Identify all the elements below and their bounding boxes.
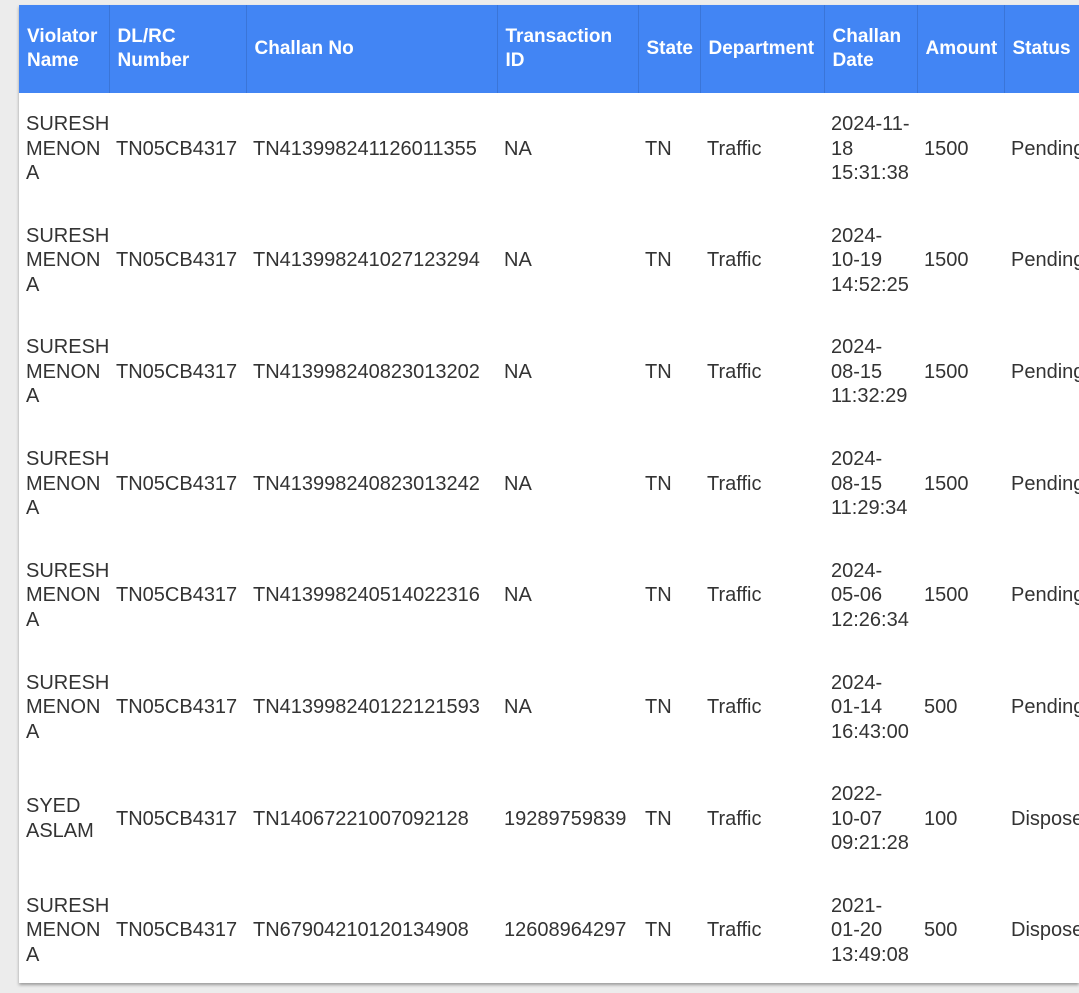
dl-rc-number-cell: TN05CB4317 (116, 807, 238, 830)
challan-date-cell: 2022-10-07 09:21:28 (831, 783, 909, 855)
column-header-challan-no[interactable]: Challan No (246, 5, 498, 93)
challan-date-cell: 2024-08-15 11:32:29 (831, 336, 908, 408)
table-row[interactable]: SURESH MENON A TN05CB4317 TN413998240122… (19, 651, 1079, 763)
challan-no-cell: TN413998240514022316 (253, 584, 480, 607)
column-header-state[interactable]: State (638, 5, 701, 93)
state-cell: TN (645, 696, 672, 719)
table-footer-edge (943, 976, 1060, 983)
challan-date-cell: 2024-11-18 15:31:38 (831, 113, 910, 185)
violator-name-cell: SYED ASLAM (26, 795, 94, 842)
challan-table-container: Violator Name DL/RC Number Challan No Tr… (19, 5, 1079, 983)
violator-name-cell: SURESH MENON A (26, 224, 109, 296)
department-cell: Traffic (707, 584, 762, 607)
challan-no-cell: TN413998240823013242 (253, 472, 480, 495)
transaction-id-cell: NA (504, 584, 532, 607)
department-cell: Traffic (707, 472, 762, 495)
status-cell: Pending (1011, 360, 1079, 383)
challan-date-cell: 2024-01-14 16:43:00 (831, 671, 909, 743)
table-row[interactable]: SURESH MENON A TN05CB4317 TN413998241027… (19, 205, 1079, 317)
status-cell: Pending (1011, 472, 1079, 495)
amount-cell: 1500 (924, 360, 969, 383)
state-cell: TN (645, 919, 672, 942)
challan-no-cell: TN67904210120134908 (253, 919, 469, 942)
challan-date-cell: 2021-01-20 13:49:08 (831, 894, 909, 966)
table-row[interactable]: SYED ASLAM TN05CB4317 TN1406722100709212… (19, 763, 1079, 875)
department-cell: Traffic (707, 137, 762, 160)
column-header-amount[interactable]: Amount (917, 5, 1005, 93)
amount-cell: 1500 (924, 137, 969, 160)
transaction-id-cell: NA (504, 249, 532, 272)
challan-table: Violator Name DL/RC Number Challan No Tr… (19, 5, 1079, 983)
table-header-row: Violator Name DL/RC Number Challan No Tr… (19, 5, 1079, 93)
violator-name-cell: SURESH MENON A (26, 448, 109, 520)
column-header-transaction-id[interactable]: Transaction ID (497, 5, 639, 93)
amount-cell: 500 (924, 919, 958, 942)
table-row[interactable]: SURESH MENON A TN05CB4317 TN413998240823… (19, 428, 1079, 540)
dl-rc-number-cell: TN05CB4317 (116, 249, 238, 272)
amount-cell: 100 (924, 807, 958, 830)
dl-rc-number-cell: TN05CB4317 (116, 472, 238, 495)
challan-no-cell: TN413998240122121593 (253, 696, 480, 719)
state-cell: TN (645, 360, 672, 383)
transaction-id-cell: NA (504, 472, 532, 495)
challan-date-cell: 2024-08-15 11:29:34 (831, 448, 908, 520)
violator-name-cell: SURESH MENON A (26, 559, 109, 631)
column-header-department[interactable]: Department (700, 5, 825, 93)
column-header-challan-date[interactable]: Challan Date (824, 5, 918, 93)
dl-rc-number-cell: TN05CB4317 (116, 360, 238, 383)
amount-cell: 1500 (924, 249, 969, 272)
department-cell: Traffic (707, 360, 762, 383)
challan-date-cell: 2024-05-06 12:26:34 (831, 559, 909, 631)
dl-rc-number-cell: TN05CB4317 (116, 137, 238, 160)
dl-rc-number-cell: TN05CB4317 (116, 696, 238, 719)
challan-no-cell: TN413998240823013202 (253, 360, 480, 383)
status-cell: Disposed (1011, 807, 1079, 830)
transaction-id-cell: NA (504, 360, 532, 383)
state-cell: TN (645, 137, 672, 160)
amount-cell: 500 (924, 696, 958, 719)
challan-date-cell: 2024-10-19 14:52:25 (831, 224, 909, 296)
table-row[interactable]: SURESH MENON A TN05CB4317 TN413998241126… (19, 93, 1079, 205)
department-cell: Traffic (707, 696, 762, 719)
state-cell: TN (645, 472, 672, 495)
violator-name-cell: SURESH MENON A (26, 336, 109, 408)
challan-no-cell: TN14067221007092128 (253, 807, 469, 830)
violator-name-cell: SURESH MENON A (26, 894, 109, 966)
violator-name-cell: SURESH MENON A (26, 113, 109, 185)
department-cell: Traffic (707, 249, 762, 272)
status-cell: Pending (1011, 584, 1079, 607)
status-cell: Pending (1011, 249, 1079, 272)
transaction-id-cell: NA (504, 696, 532, 719)
table-row[interactable]: SURESH MENON A TN05CB4317 TN413998240823… (19, 316, 1079, 428)
challan-no-cell: TN413998241126011355 (253, 137, 477, 160)
table-row[interactable]: SURESH MENON A TN05CB4317 TN413998240514… (19, 540, 1079, 652)
status-cell: Pending (1011, 696, 1079, 719)
dl-rc-number-cell: TN05CB4317 (116, 584, 238, 607)
violator-name-cell: SURESH MENON A (26, 671, 109, 743)
challan-no-cell: TN413998241027123294 (253, 249, 480, 272)
column-header-status[interactable]: Status (1004, 5, 1079, 93)
dl-rc-number-cell: TN05CB4317 (116, 919, 238, 942)
transaction-id-cell: NA (504, 137, 532, 160)
column-header-dl-rc-number[interactable]: DL/RC Number (109, 5, 247, 93)
state-cell: TN (645, 584, 672, 607)
transaction-id-cell: 12608964297 (504, 919, 627, 942)
status-cell: Disposed (1011, 919, 1079, 942)
amount-cell: 1500 (924, 472, 969, 495)
department-cell: Traffic (707, 807, 762, 830)
state-cell: TN (645, 249, 672, 272)
column-header-violator-name[interactable]: Violator Name (19, 5, 110, 93)
department-cell: Traffic (707, 919, 762, 942)
transaction-id-cell: 19289759839 (504, 807, 627, 830)
amount-cell: 1500 (924, 584, 969, 607)
status-cell: Pending (1011, 137, 1079, 160)
state-cell: TN (645, 807, 672, 830)
table-row[interactable]: SURESH MENON A TN05CB4317 TN679042101201… (19, 875, 1079, 983)
